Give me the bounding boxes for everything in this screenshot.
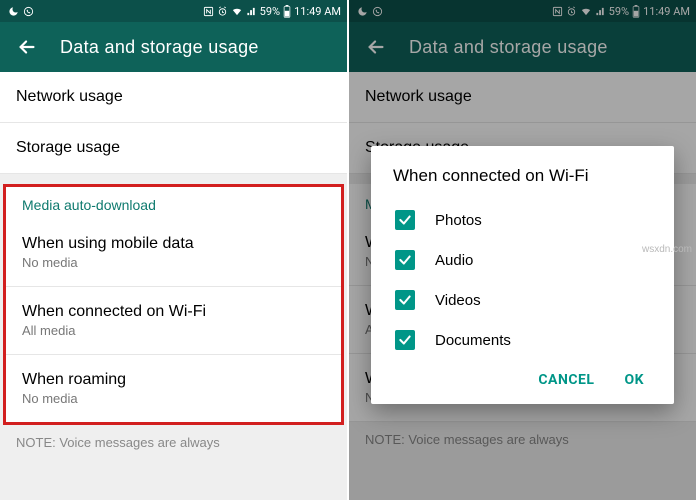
cancel-button[interactable]: CANCEL <box>538 372 594 388</box>
screenshot-left: 59% 11:49 AM Data and storage usage Netw… <box>0 0 347 500</box>
section-divider <box>0 174 347 184</box>
media-auto-download-section: Media auto-download When using mobile da… <box>3 184 344 425</box>
row-label: When using mobile data <box>22 235 325 253</box>
row-roaming[interactable]: When roaming No media <box>6 355 341 422</box>
footer-note: NOTE: Voice messages are always <box>0 425 347 460</box>
battery-icon <box>283 5 291 18</box>
wifi-icon <box>231 6 243 17</box>
section-header: Media auto-download <box>6 187 341 219</box>
settings-list: Network usage Storage usage <box>0 72 347 174</box>
checkbox-checked-icon[interactable] <box>395 290 415 310</box>
option-label: Photos <box>435 212 482 229</box>
clock-text: 11:49 AM <box>294 5 341 18</box>
option-audio[interactable]: Audio <box>393 240 652 280</box>
row-sublabel: No media <box>22 255 325 270</box>
dialog-title: When connected on Wi-Fi <box>393 166 652 186</box>
watermark: wsxdn.com <box>642 244 692 255</box>
option-label: Videos <box>435 292 481 309</box>
option-label: Documents <box>435 332 511 349</box>
back-button[interactable] <box>16 36 38 58</box>
app-bar: Data and storage usage <box>0 22 347 72</box>
signal-icon <box>246 6 257 17</box>
row-label: Storage usage <box>16 139 331 157</box>
option-photos[interactable]: Photos <box>393 200 652 240</box>
moon-icon <box>8 6 19 17</box>
status-bar: 59% 11:49 AM <box>0 0 347 22</box>
row-label: When connected on Wi-Fi <box>22 303 325 321</box>
nfc-icon <box>203 6 214 17</box>
checkbox-checked-icon[interactable] <box>395 210 415 230</box>
checkbox-checked-icon[interactable] <box>395 250 415 270</box>
row-sublabel: No media <box>22 391 325 406</box>
row-storage-usage[interactable]: Storage usage <box>0 123 347 174</box>
checkbox-checked-icon[interactable] <box>395 330 415 350</box>
row-label: Network usage <box>16 88 331 106</box>
option-documents[interactable]: Documents <box>393 320 652 360</box>
dialog-actions: CANCEL OK <box>393 360 652 396</box>
option-label: Audio <box>435 252 473 269</box>
alarm-icon <box>217 6 228 17</box>
page-title: Data and storage usage <box>60 37 259 58</box>
battery-percent: 59% <box>260 5 280 18</box>
row-network-usage[interactable]: Network usage <box>0 72 347 123</box>
row-wifi[interactable]: When connected on Wi-Fi All media <box>6 287 341 355</box>
row-sublabel: All media <box>22 323 325 338</box>
row-label: When roaming <box>22 371 325 389</box>
ok-button[interactable]: OK <box>624 372 644 388</box>
screenshot-right: 59% 11:49 AM Data and storage usage Netw… <box>349 0 696 500</box>
whatsapp-icon <box>23 6 34 17</box>
option-videos[interactable]: Videos <box>393 280 652 320</box>
wifi-media-dialog: When connected on Wi-Fi Photos Audio Vid… <box>371 146 674 404</box>
row-mobile-data[interactable]: When using mobile data No media <box>6 219 341 287</box>
